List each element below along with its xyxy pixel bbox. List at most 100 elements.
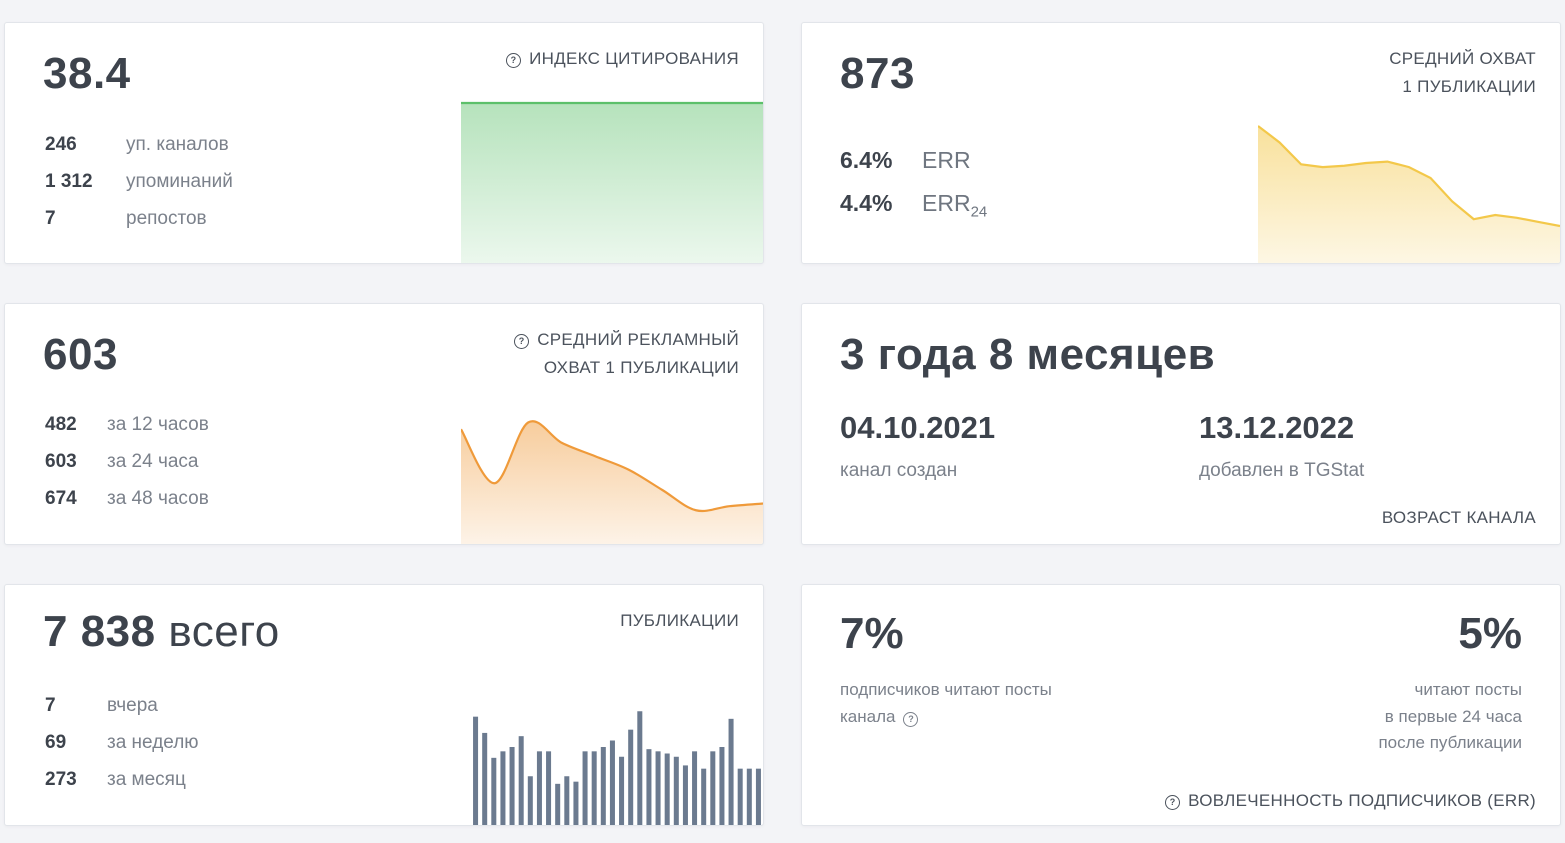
stat-value: 246 <box>45 134 77 155</box>
citation-index-label[interactable]: ? ИНДЕКС ЦИТИРОВАНИЯ <box>506 45 739 73</box>
stat-row: 7 репостов <box>45 200 233 237</box>
stat-label: за 12 часов <box>107 414 209 435</box>
ad-reach-chart <box>461 420 763 544</box>
stat-value: 674 <box>45 488 77 509</box>
stat-row: 603 за 24 часа <box>45 443 209 480</box>
citation-index-chart <box>461 101 763 263</box>
engagement-right-desc: читают посты в первые 24 часа после публ… <box>1378 677 1522 757</box>
err24-label: ERR <box>922 190 971 216</box>
engagement-right-value: 5% <box>1458 609 1522 658</box>
channel-added-date: 13.12.2022 <box>1199 410 1355 445</box>
average-reach-card[interactable]: 873 СРЕДНИЙ ОХВАТ 1 ПУБЛИКАЦИИ 6.4% ERR 4… <box>801 22 1561 264</box>
stat-value: 7 <box>45 695 56 716</box>
publications-bar <box>518 736 524 825</box>
stat-row: 482 за 12 часов <box>45 406 209 443</box>
stat-row: 246 уп. каналов <box>45 126 233 163</box>
publications-bar <box>728 718 734 825</box>
average-reach-label: СРЕДНИЙ ОХВАТ 1 ПУБЛИКАЦИИ <box>1389 45 1536 101</box>
publications-bar <box>692 751 698 825</box>
engagement-left-desc: подписчиков читают посты канала? <box>840 677 1052 730</box>
publications-bar <box>646 749 652 825</box>
help-icon[interactable]: ? <box>506 53 522 68</box>
stat-value: 7 <box>45 208 56 229</box>
average-reach-label-line: СРЕДНИЙ ОХВАТ <box>1389 49 1536 68</box>
publications-bar <box>710 751 716 825</box>
err-stats: 6.4% ERR 4.4% ERR24 <box>840 139 987 225</box>
stat-label: за 24 часа <box>107 451 199 472</box>
publications-bar <box>719 747 725 825</box>
ad-reach-label-line: СРЕДНИЙ РЕКЛАМНЫЙ <box>537 330 739 349</box>
engagement-left-value: 7% <box>840 609 904 658</box>
citation-stats: 246 уп. каналов 1 312 упоминаний 7 репостов <box>45 126 233 237</box>
average-reach-value: 873 <box>840 49 915 98</box>
stat-label: за месяц <box>107 769 186 790</box>
ad-reach-label[interactable]: ? СРЕДНИЙ РЕКЛАМНЫЙ ОХВАТ 1 ПУБЛИКАЦИИ <box>514 326 739 382</box>
average-reach-chart <box>1258 125 1560 263</box>
channel-created-date: 04.10.2021 <box>840 410 996 445</box>
stat-label: упоминаний <box>126 171 233 192</box>
stat-value: 1 312 <box>45 171 93 192</box>
stat-row: 7 вчера <box>45 687 199 724</box>
publications-bar <box>673 756 679 825</box>
ad-reach-sparkline-area <box>461 421 763 544</box>
publications-bar <box>682 765 688 825</box>
engagement-card[interactable]: 7% подписчиков читают посты канала? 5% ч… <box>801 584 1561 826</box>
err-label: ERR <box>922 147 971 173</box>
stat-label: уп. каналов <box>126 134 229 155</box>
publications-chart <box>473 711 761 825</box>
publications-card[interactable]: 7 838 всего ПУБЛИКАЦИИ 7 вчера 69 за недел… <box>4 584 764 826</box>
channel-age-card[interactable]: 3 года 8 месяцев 04.10.2021 канал создан… <box>801 303 1561 545</box>
channel-age-label: ВОЗРАСТ КАНАЛА <box>1381 508 1536 527</box>
publications-label: ПУБЛИКАЦИИ <box>620 611 739 630</box>
publications-total-suffix: всего <box>168 607 280 656</box>
publications-total: 7 838 всего <box>43 607 280 657</box>
publications-bar <box>482 732 488 825</box>
publications-bar <box>600 747 606 825</box>
engagement-label[interactable]: ? ВОВЛЕЧЕННОСТЬ ПОДПИСЧИКОВ (ERR) <box>1165 787 1536 815</box>
publications-bar <box>564 776 570 825</box>
stat-row: 1 312 упоминаний <box>45 163 233 200</box>
publications-stats: 7 вчера 69 за неделю 273 за месяц <box>45 687 199 798</box>
stat-label: за неделю <box>107 732 199 753</box>
ad-reach-stats: 482 за 12 часов 603 за 24 часа 674 за 48 ча… <box>45 406 209 517</box>
engagement-right-desc-line: в первые 24 часа <box>1384 706 1522 726</box>
channel-added-label: добавлен в TGStat <box>1199 460 1365 481</box>
engagement-left-desc-line: подписчиков читают посты <box>840 680 1052 699</box>
ad-reach-card[interactable]: 603 ? СРЕДНИЙ РЕКЛАМНЫЙ ОХВАТ 1 ПУБЛИКАЦИ… <box>4 303 764 545</box>
publications-bar <box>746 768 752 825</box>
ad-reach-value: 603 <box>43 330 118 379</box>
help-icon[interactable]: ? <box>903 711 919 727</box>
publications-bar <box>664 753 670 825</box>
stat-value: 273 <box>45 769 77 790</box>
publications-bar <box>609 740 615 825</box>
stat-value: 603 <box>45 451 77 472</box>
publications-bar <box>527 776 533 825</box>
publications-bar <box>755 768 761 825</box>
publications-bar <box>555 783 561 825</box>
publications-bar <box>655 751 661 825</box>
citation-index-sparkline-area <box>461 103 763 263</box>
publications-bar <box>582 751 588 825</box>
ad-reach-label-line: ОХВАТ 1 ПУБЛИКАЦИИ <box>543 358 739 377</box>
publications-bar <box>536 751 542 825</box>
publications-bar <box>737 768 743 825</box>
channel-created-label: канал создан <box>840 460 958 481</box>
citation-index-card[interactable]: 38.4 ? ИНДЕКС ЦИТИРОВАНИЯ 246 уп. каналов … <box>4 22 764 264</box>
stat-row: 69 за неделю <box>45 724 199 761</box>
stat-row: 674 за 48 часов <box>45 480 209 517</box>
publications-total-value: 7 838 <box>43 607 156 656</box>
publications-bar <box>491 757 497 825</box>
publications-bar <box>500 751 506 825</box>
help-icon[interactable]: ? <box>514 334 530 349</box>
help-icon[interactable]: ? <box>1165 795 1181 810</box>
publications-bar <box>546 751 552 825</box>
stat-row: 273 за месяц <box>45 761 199 798</box>
err24-row: 4.4% ERR24 <box>840 182 987 225</box>
engagement-right-desc-line: после публикации <box>1378 733 1522 752</box>
stat-label: за 48 часов <box>107 488 209 509</box>
engagement-label-text: ВОВЛЕЧЕННОСТЬ ПОДПИСЧИКОВ (ERR) <box>1188 791 1536 810</box>
publications-bar <box>701 768 707 825</box>
average-reach-sparkline-area <box>1258 126 1560 263</box>
publications-bar <box>573 781 579 825</box>
citation-index-value: 38.4 <box>43 49 131 98</box>
